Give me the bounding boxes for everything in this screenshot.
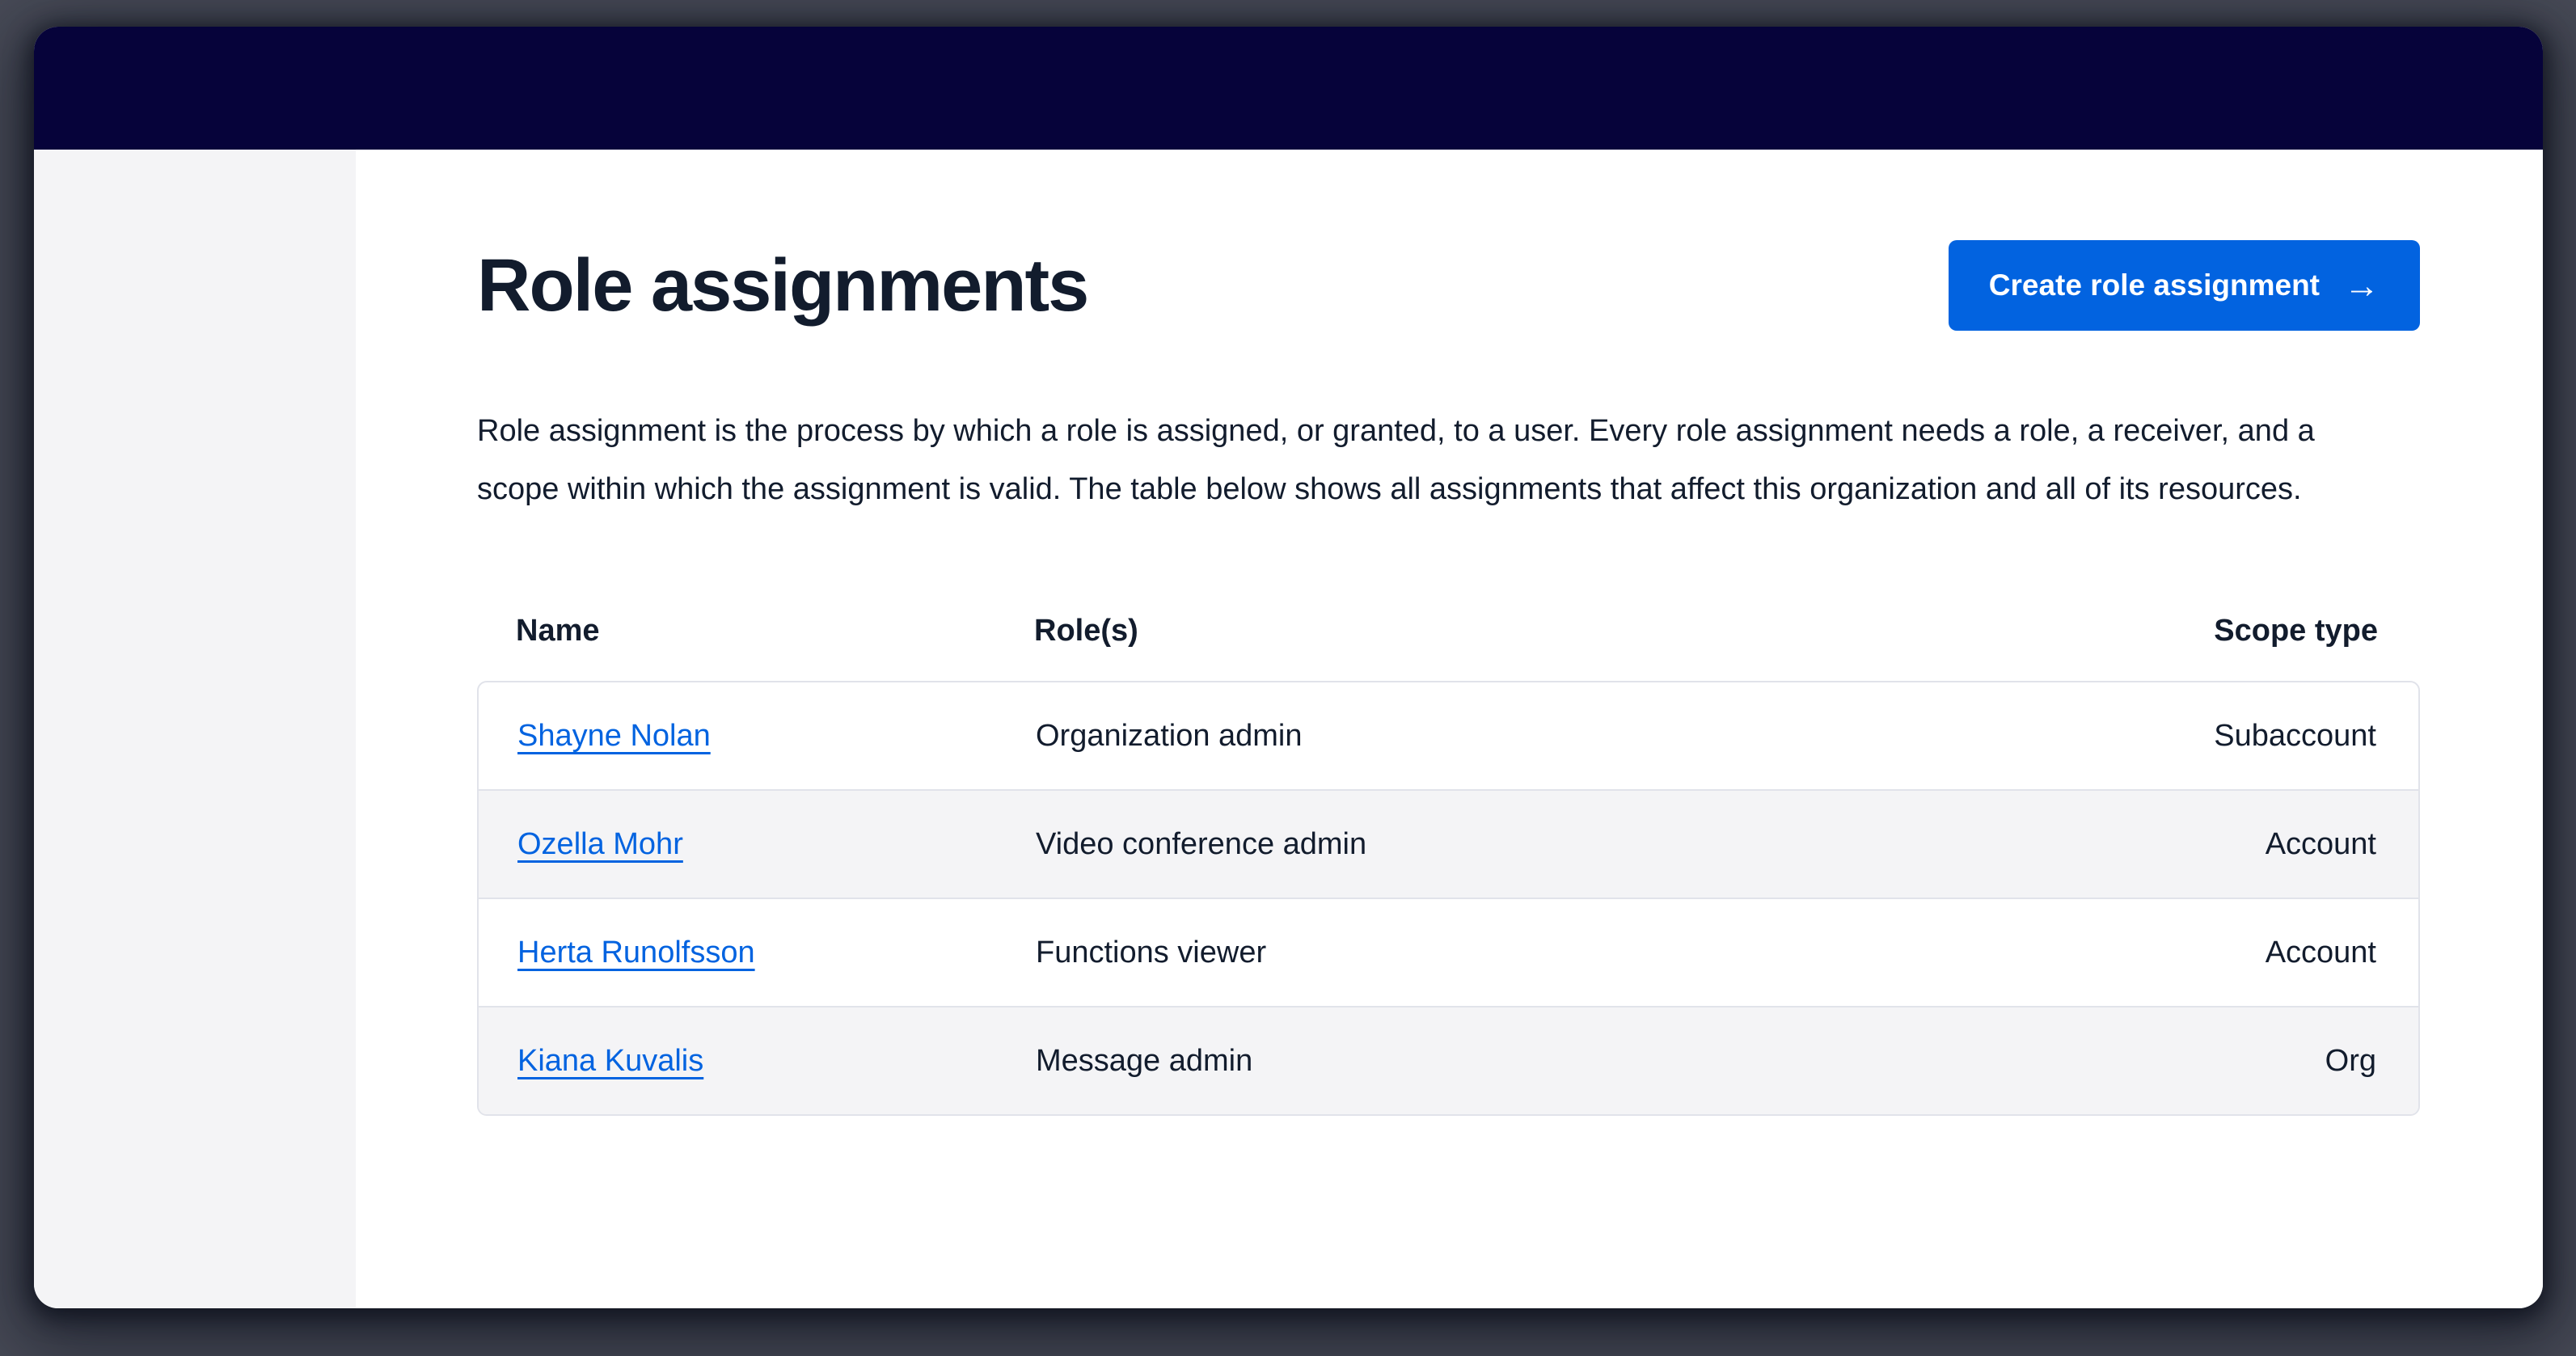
roles-cell: Functions viewer [997,936,1852,970]
roles-cell: Video conference admin [997,827,1852,862]
name-cell: Ozella Mohr [479,827,997,862]
scope-type-cell: Org [1852,1044,2418,1079]
main-content: Role assignments Create role assignment … [356,150,2543,1308]
user-name-link[interactable]: Herta Runolfsson [517,936,755,969]
top-nav-bar [34,27,2543,150]
table-row: Shayne Nolan Organization admin Subaccou… [479,682,2418,789]
name-cell: Kiana Kuvalis [479,1044,997,1079]
table-row: Ozella Mohr Video conference admin Accou… [479,789,2418,898]
scope-type-cell: Account [1852,827,2418,862]
role-assignments-table: Name Role(s) Scope type Shayne Nolan Org… [477,614,2420,1116]
app-body: Role assignments Create role assignment … [34,150,2543,1308]
arrow-right-icon: → [2344,268,2380,304]
app-window: Role assignments Create role assignment … [34,27,2543,1308]
create-role-assignment-button-label: Create role assignment [1989,268,2320,302]
scope-type-cell: Account [1852,936,2418,970]
create-role-assignment-button[interactable]: Create role assignment → [1949,240,2420,331]
name-cell: Shayne Nolan [479,719,997,754]
page-title: Role assignments [477,243,1087,328]
user-name-link[interactable]: Ozella Mohr [517,827,683,861]
column-header-name: Name [477,614,995,648]
scope-type-cell: Subaccount [1852,719,2418,754]
user-name-link[interactable]: Kiana Kuvalis [517,1044,703,1078]
table-header-row: Name Role(s) Scope type [477,614,2420,681]
table-row: Herta Runolfsson Functions viewer Accoun… [479,898,2418,1006]
column-header-roles: Role(s) [995,614,1854,648]
table-body: Shayne Nolan Organization admin Subaccou… [477,681,2420,1116]
page-description: Role assignment is the process by which … [477,402,2377,518]
page-header: Role assignments Create role assignment … [477,240,2420,331]
user-name-link[interactable]: Shayne Nolan [517,719,711,753]
sidebar [34,150,356,1308]
table-row: Kiana Kuvalis Message admin Org [479,1006,2418,1114]
name-cell: Herta Runolfsson [479,936,997,970]
roles-cell: Organization admin [997,719,1852,754]
roles-cell: Message admin [997,1044,1852,1079]
column-header-scope-type: Scope type [1854,614,2420,648]
